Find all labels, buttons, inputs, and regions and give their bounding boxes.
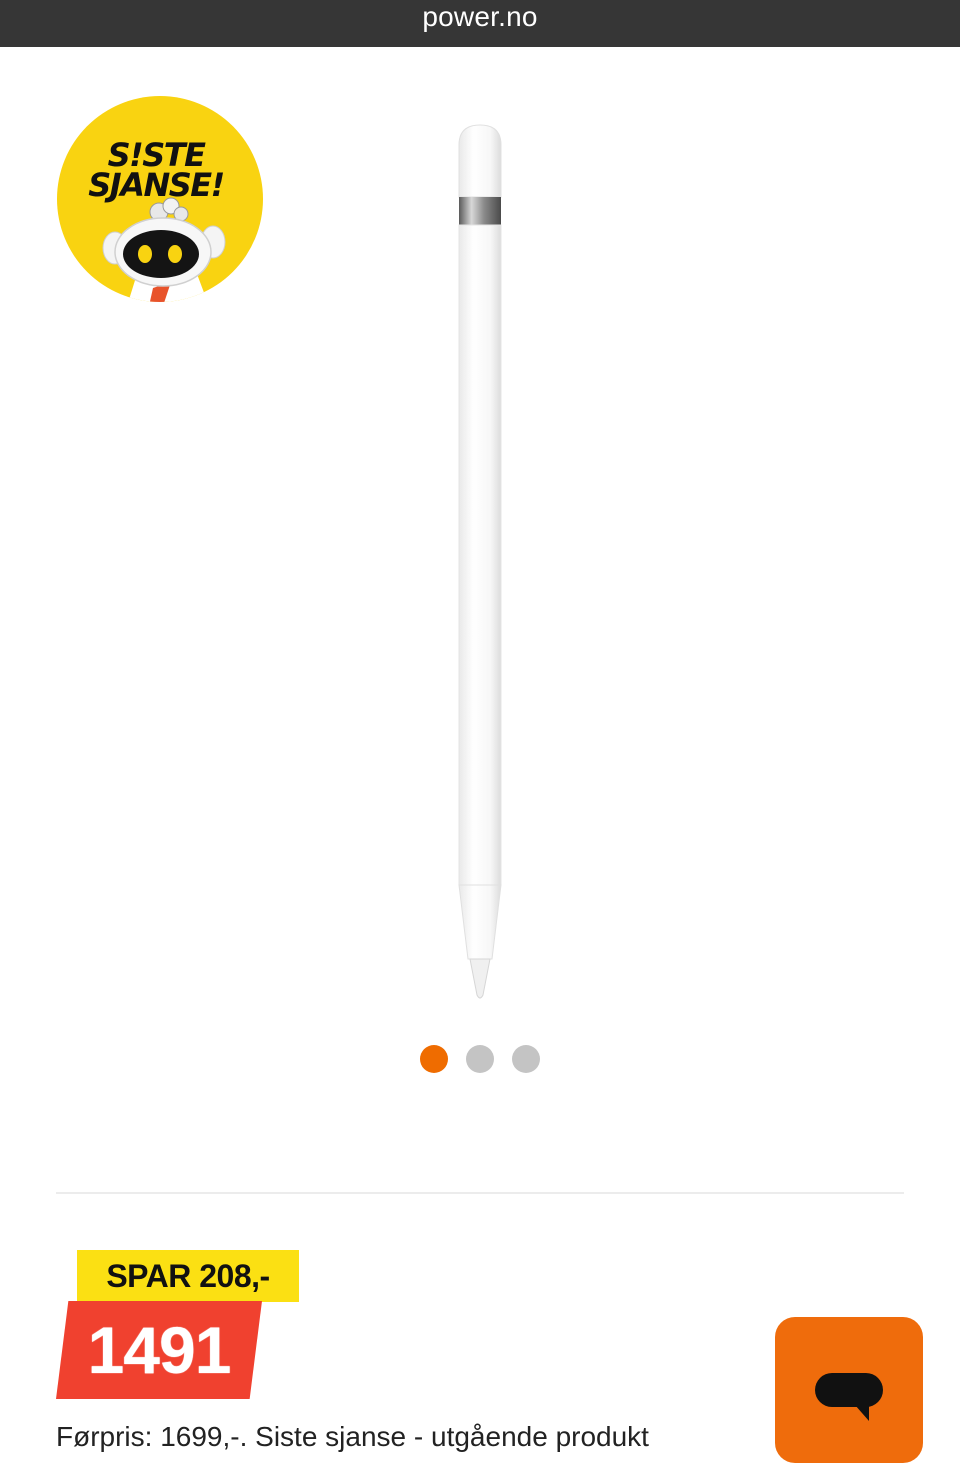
robot-mascot-icon — [102, 197, 226, 302]
browser-address-bar[interactable]: power.no — [0, 0, 960, 47]
domain-label: power.no — [422, 1, 538, 32]
product-page: S!STE SJANSE! SPAR 208,- 1491 Førpris: 1… — [0, 47, 960, 1476]
current-price: 1491 — [87, 1313, 232, 1387]
carousel-dot-1[interactable] — [420, 1045, 448, 1073]
section-divider — [56, 1192, 904, 1194]
chat-button[interactable] — [775, 1317, 923, 1463]
carousel-dot-2[interactable] — [466, 1045, 494, 1073]
chat-bubble-icon — [815, 1373, 883, 1421]
image-carousel-dots — [0, 1045, 960, 1075]
carousel-dot-3[interactable] — [512, 1045, 540, 1073]
stylus-pencil-image[interactable] — [430, 117, 530, 1007]
previous-price-note: Førpris: 1699,-. Siste sjanse - utgående… — [56, 1421, 649, 1452]
last-chance-badge: S!STE SJANSE! — [57, 96, 263, 302]
save-amount-badge: SPAR 208,- — [77, 1250, 299, 1302]
